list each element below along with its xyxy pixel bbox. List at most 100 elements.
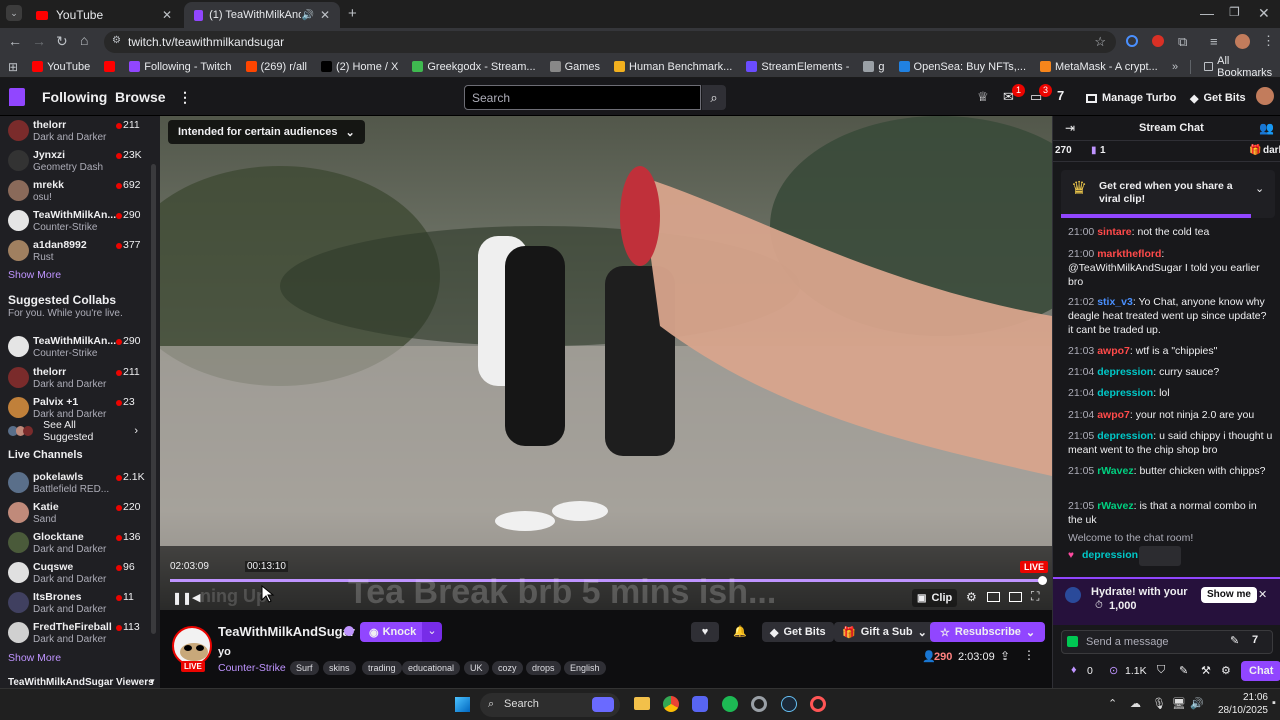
tray-icon[interactable]: ☁ bbox=[1130, 697, 1141, 710]
windows-start-icon[interactable] bbox=[455, 697, 470, 712]
knock-button[interactable]: ◉ Knock bbox=[360, 622, 426, 642]
url-input[interactable]: ⚙ twitch.tv/teawithmilkandsugar ☆ bbox=[104, 31, 1116, 53]
get-bits-button[interactable]: ◆ Get Bits bbox=[762, 622, 834, 642]
discord-icon[interactable] bbox=[692, 696, 708, 712]
stream-tag[interactable]: UK bbox=[464, 661, 489, 675]
tab-twitch[interactable]: (1) TeaWithMilkAndSugar 🔊 ✕ bbox=[184, 2, 340, 28]
chat-username[interactable]: depression: bbox=[1082, 549, 1142, 561]
chat-username[interactable]: stix_v3 bbox=[1097, 296, 1133, 308]
sidebar-channel-item[interactable]: TeaWithMilkAn... Counter-Strike 290 bbox=[0, 332, 150, 362]
pencil-icon[interactable]: ✎ bbox=[1179, 664, 1188, 677]
notification-icon[interactable]: ▪ bbox=[1272, 697, 1276, 709]
site-info-icon[interactable]: ⚙ bbox=[112, 35, 121, 46]
extensions-puzzle-icon[interactable]: ⧉ bbox=[1178, 34, 1187, 50]
menu-icon[interactable]: ⋮ bbox=[1262, 33, 1275, 49]
7tv-icon[interactable]: 7 bbox=[1057, 88, 1064, 103]
sidebar-channel-item[interactable]: Jynxzi Geometry Dash 23K bbox=[0, 146, 150, 176]
chat-send-button[interactable]: Chat bbox=[1241, 661, 1280, 681]
leaderboard-entry[interactable]: 270 bbox=[1055, 145, 1072, 156]
bookmark-item[interactable]: StreamElements - bbox=[746, 61, 849, 73]
chevron-down-icon[interactable]: ⌄ bbox=[422, 622, 442, 642]
bookmark-item[interactable]: (2) Home / X bbox=[320, 61, 398, 73]
bookmark-item[interactable]: OpenSea: Buy NFTs,... bbox=[898, 61, 1026, 73]
home-icon[interactable]: ⌂ bbox=[80, 32, 88, 48]
shield-icon[interactable]: ⛉ bbox=[1157, 664, 1165, 677]
user-avatar[interactable] bbox=[1256, 87, 1274, 105]
sidebar-channel-item[interactable]: mrekk osu! 692 bbox=[0, 176, 150, 206]
bookmark-item[interactable]: Greekgodx - Stream... bbox=[412, 61, 536, 73]
steam-icon[interactable] bbox=[781, 696, 797, 712]
chat-username[interactable]: awpo7 bbox=[1097, 409, 1130, 421]
resubscribe-button[interactable]: ☆ Resubscribe ⌄ bbox=[930, 622, 1046, 642]
theatre-mode-icon[interactable] bbox=[987, 592, 1000, 602]
sidebar-channel-item[interactable]: thelorr Dark and Darker 211 bbox=[0, 363, 150, 393]
chat-input[interactable]: Send a message ✎ 7 bbox=[1061, 630, 1273, 654]
bookmark-item[interactable]: Following - Twitch bbox=[129, 61, 232, 73]
fullscreen-icon[interactable]: ⛶ bbox=[1031, 589, 1039, 604]
leaderboard-entry[interactable]: 1 bbox=[1100, 145, 1106, 156]
taskbar-search[interactable]: ⌕ Search bbox=[480, 693, 620, 717]
chat-username[interactable]: rWavez bbox=[1097, 500, 1133, 512]
stream-tag[interactable]: trading bbox=[362, 661, 402, 675]
badge-icon[interactable] bbox=[1067, 636, 1078, 647]
network-icon[interactable]: 🖥 bbox=[1172, 697, 1186, 710]
community-icon[interactable]: 👥 bbox=[1259, 121, 1274, 135]
chevron-down-icon[interactable]: ⌄ bbox=[1255, 182, 1264, 195]
close-icon[interactable]: ✕ bbox=[320, 8, 330, 22]
bookmark-item[interactable] bbox=[104, 61, 116, 72]
file-explorer-icon[interactable] bbox=[634, 697, 650, 710]
get-bits-button[interactable]: ◆ Get Bits bbox=[1190, 88, 1246, 108]
chat-username[interactable]: depression bbox=[1097, 430, 1153, 442]
wand-icon[interactable]: ⚒ bbox=[1201, 664, 1211, 677]
tray-chevron-up-icon[interactable]: ⌃ bbox=[1108, 697, 1117, 710]
speaker-icon[interactable]: 🔊 bbox=[301, 10, 313, 21]
collapse-chat-icon[interactable]: ⇥ bbox=[1065, 121, 1075, 135]
tab-search-icon[interactable]: ⌄ bbox=[6, 5, 22, 21]
chat-username[interactable]: marktheflord bbox=[1097, 248, 1161, 260]
settings-gear-icon[interactable]: ⚙ bbox=[966, 590, 977, 604]
picture-in-picture-icon[interactable] bbox=[1009, 592, 1022, 602]
taskbar-date[interactable]: 28/10/2025 bbox=[1208, 705, 1268, 716]
profile-avatar[interactable] bbox=[1235, 34, 1250, 49]
stream-tag[interactable]: English bbox=[564, 661, 606, 675]
channel-points-icon[interactable]: ♦ bbox=[1071, 664, 1077, 676]
chevron-down-icon[interactable]: ▾ bbox=[150, 676, 155, 687]
app-icon[interactable] bbox=[751, 696, 767, 712]
stream-tag[interactable]: cozy bbox=[492, 661, 523, 675]
following-link[interactable]: Following bbox=[42, 89, 107, 105]
seek-handle[interactable] bbox=[1038, 576, 1047, 585]
bookmark-item[interactable]: (269) r/all bbox=[245, 61, 307, 73]
sidebar-channel-item[interactable]: FredTheFireball Dark and Darker 113 bbox=[0, 618, 150, 648]
share-icon[interactable]: ⇪ bbox=[1000, 649, 1010, 663]
reload-icon[interactable]: ↻ bbox=[56, 33, 68, 50]
pause-icon[interactable]: ❚❚ bbox=[172, 591, 192, 605]
sidebar-channel-item[interactable]: a1dan8992 Rust 377 bbox=[0, 236, 150, 266]
browse-link[interactable]: Browse bbox=[115, 89, 166, 105]
show-me-button[interactable]: Show me bbox=[1201, 587, 1257, 603]
bookmark-star-icon[interactable]: ☆ bbox=[1094, 34, 1106, 50]
sidebar-channel-item[interactable]: pokelawls Battlefield RED... 2.1K bbox=[0, 468, 150, 498]
bookmark-item[interactable]: Games bbox=[549, 61, 600, 73]
clip-promo-banner[interactable]: ♛ Get cred when you share a viral clip! … bbox=[1061, 170, 1275, 218]
microphone-icon[interactable]: 🎙 bbox=[1152, 697, 1166, 710]
sidebar-channel-item[interactable]: TeaWithMilkAn... Counter-Strike 290 bbox=[0, 206, 150, 236]
show-more-link[interactable]: Show More bbox=[8, 269, 61, 281]
sidebar-channel-item[interactable]: Cuqswe Dark and Darker 96 bbox=[0, 558, 150, 588]
category-link[interactable]: Counter-Strike bbox=[218, 662, 286, 674]
magic-wand-icon[interactable]: ✎ bbox=[1230, 634, 1239, 647]
bookmark-item[interactable]: Human Benchmark... bbox=[614, 61, 732, 73]
tab-youtube[interactable]: YouTube ✕ bbox=[26, 2, 182, 28]
chat-username[interactable]: awpo7 bbox=[1097, 345, 1130, 357]
stream-tag[interactable]: Surf bbox=[290, 661, 319, 675]
forward-icon[interactable]: → bbox=[32, 33, 46, 49]
settings-gear-icon[interactable]: ⚙ bbox=[1221, 664, 1231, 677]
more-bookmarks-icon[interactable]: » bbox=[1172, 61, 1178, 73]
bookmark-item[interactable]: YouTube bbox=[32, 61, 90, 73]
chat-username[interactable]: depression bbox=[1097, 366, 1153, 378]
volume-icon[interactable]: ◀ bbox=[192, 591, 200, 604]
channel-name[interactable]: TeaWithMilkAndSugar bbox=[218, 624, 355, 639]
search-icon[interactable]: ⌕ bbox=[702, 85, 726, 110]
minimize-icon[interactable]: — bbox=[1200, 5, 1214, 21]
extension-icon[interactable] bbox=[1152, 35, 1164, 47]
extension-icon[interactable] bbox=[1126, 35, 1138, 47]
